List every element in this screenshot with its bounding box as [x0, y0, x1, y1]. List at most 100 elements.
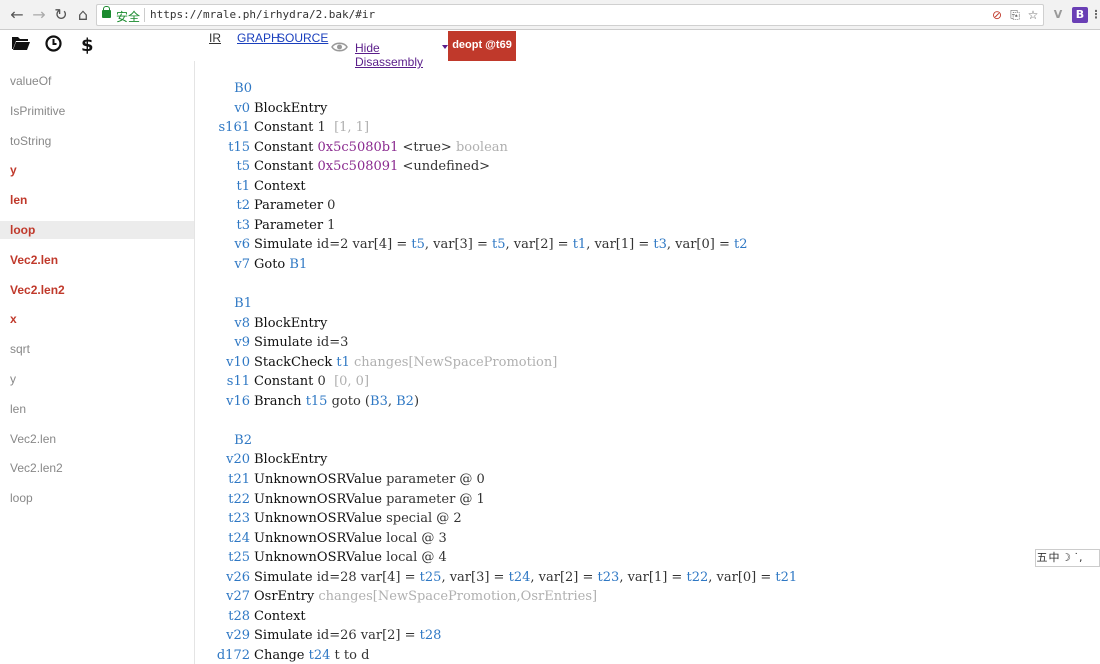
forward-icon[interactable]: →: [30, 6, 48, 24]
instruction-id[interactable]: v6: [193, 235, 250, 254]
instruction-id[interactable]: s11: [193, 372, 250, 391]
sidebar-item[interactable]: len: [0, 191, 194, 209]
tab-graph[interactable]: GRAPH: [237, 31, 280, 45]
tab-source[interactable]: SOURCE: [277, 31, 328, 45]
instruction-id[interactable]: t22: [193, 490, 250, 509]
back-icon[interactable]: ←: [8, 6, 26, 24]
ime-button[interactable]: 五: [1036, 550, 1048, 566]
extension-v-icon[interactable]: V: [1050, 7, 1066, 23]
translate-icon[interactable]: ⎘: [1008, 8, 1022, 22]
instruction-token: 0: [323, 198, 336, 214]
instruction-token: OsrEntry: [254, 589, 315, 605]
instruction-id[interactable]: v7: [193, 255, 250, 274]
ime-button[interactable]: ☽: [1060, 550, 1072, 566]
instruction-token: BlockEntry: [254, 100, 328, 116]
instruction-id[interactable]: v10: [193, 353, 250, 372]
instruction-id[interactable]: t21: [193, 470, 250, 489]
instruction-id[interactable]: v27: [193, 587, 250, 606]
ir-line: v6 Simulate id=2 var[4] = t5, var[3] = t5…: [195, 235, 1045, 254]
instruction-id[interactable]: v8: [193, 314, 250, 333]
blocked-popup-icon[interactable]: ⊘: [990, 8, 1004, 22]
instruction-id[interactable]: t2: [193, 196, 251, 215]
instruction-id[interactable]: d172: [193, 646, 250, 664]
instruction-token: special @ 2: [381, 511, 462, 527]
value-reference[interactable]: B3: [370, 394, 388, 409]
sidebar-item[interactable]: y: [0, 161, 194, 179]
instruction-id[interactable]: v0: [193, 99, 250, 118]
instruction-token: ): [413, 393, 420, 409]
instruction-token: ,: [387, 393, 397, 409]
reload-icon[interactable]: ↻: [52, 6, 70, 24]
value-reference[interactable]: t25: [420, 570, 442, 585]
instruction-id[interactable]: t1: [193, 177, 251, 196]
url-text[interactable]: https://mrale.ph/irhydra/2.bak/#ir: [150, 8, 375, 21]
sidebar-item[interactable]: loop: [0, 489, 194, 507]
address-bar[interactable]: 安全 https://mrale.ph/irhydra/2.bak/#ir ⊘ …: [96, 4, 1044, 26]
sidebar-item[interactable]: sqrt: [0, 340, 194, 358]
value-reference[interactable]: t22: [686, 570, 708, 585]
sidebar-item[interactable]: Vec2.len: [0, 430, 194, 448]
sidebar-item[interactable]: y: [0, 370, 194, 388]
ime-button[interactable]: ˙,: [1072, 550, 1084, 566]
instruction-token: Constant: [254, 374, 314, 390]
sidebar-item[interactable]: len: [0, 400, 194, 418]
sidebar-item[interactable]: x: [0, 310, 194, 328]
value-reference[interactable]: t23: [598, 570, 620, 585]
block-label[interactable]: B1: [195, 294, 252, 313]
instruction-id[interactable]: v26: [193, 568, 250, 587]
ir-line: v9 Simulate id=3: [195, 333, 1045, 352]
sidebar-item[interactable]: IsPrimitive: [0, 102, 194, 120]
instruction-id[interactable]: t23: [193, 509, 250, 528]
ir-line: v7 Goto B1: [195, 255, 1045, 274]
value-reference[interactable]: t21: [775, 570, 797, 585]
ir-line: t21 UnknownOSRValue parameter @ 0: [195, 470, 1045, 489]
deopt-button[interactable]: deopt @t69: [448, 31, 516, 61]
instruction-id[interactable]: s161: [193, 118, 250, 137]
sidebar-item[interactable]: Vec2.len: [0, 251, 194, 269]
sidebar-item[interactable]: toString: [0, 132, 194, 150]
value-reference[interactable]: t2: [734, 237, 748, 252]
clock-icon[interactable]: [45, 35, 62, 58]
instruction-token: , var[2] =: [505, 237, 573, 253]
star-icon[interactable]: ☆: [1026, 8, 1040, 22]
extension-b-icon[interactable]: B: [1072, 7, 1088, 23]
instruction-id[interactable]: t28: [193, 607, 250, 626]
instruction-token: Simulate: [254, 569, 313, 585]
home-icon[interactable]: ⌂: [74, 6, 92, 24]
value-reference[interactable]: t1: [336, 355, 350, 370]
instruction-id[interactable]: v29: [193, 626, 250, 645]
sidebar-item[interactable]: valueOf: [0, 72, 194, 90]
eye-icon[interactable]: [331, 39, 348, 57]
block-label[interactable]: B2: [195, 431, 252, 450]
instruction-id[interactable]: t5: [193, 157, 251, 176]
dollar-icon[interactable]: $: [81, 35, 94, 57]
value-reference[interactable]: t1: [573, 237, 587, 252]
value-reference[interactable]: B1: [289, 257, 307, 272]
instruction-token: Context: [254, 608, 306, 624]
instruction-id[interactable]: v20: [193, 450, 250, 469]
menu-icon[interactable]: ⋮: [1088, 7, 1100, 23]
sidebar-item[interactable]: Vec2.len2: [0, 281, 194, 299]
sidebar-item[interactable]: Vec2.len2: [0, 459, 194, 477]
value-reference[interactable]: t28: [420, 628, 442, 643]
sidebar-item[interactable]: loop: [0, 221, 194, 239]
value-reference[interactable]: t5: [492, 237, 506, 252]
instruction-text: OsrEntry changes[NewSpacePromotion,OsrEn…: [254, 587, 597, 606]
value-reference[interactable]: t5: [411, 237, 425, 252]
instruction-id[interactable]: t25: [193, 548, 250, 567]
folder-open-icon[interactable]: [11, 35, 31, 57]
value-reference[interactable]: t15: [306, 394, 328, 409]
value-reference[interactable]: t24: [509, 570, 531, 585]
value-reference[interactable]: t3: [653, 237, 667, 252]
instruction-id[interactable]: t3: [193, 216, 251, 235]
instruction-id[interactable]: t15: [193, 138, 250, 157]
value-reference[interactable]: B2: [396, 394, 414, 409]
tab-ir[interactable]: IR: [209, 31, 221, 45]
instruction-token: boolean: [455, 139, 508, 155]
instruction-id[interactable]: v16: [193, 392, 250, 411]
ime-button[interactable]: 中: [1048, 550, 1060, 566]
block-label[interactable]: B0: [195, 79, 252, 98]
instruction-id[interactable]: v9: [193, 333, 250, 352]
value-reference[interactable]: t24: [309, 648, 331, 663]
instruction-id[interactable]: t24: [193, 529, 250, 548]
